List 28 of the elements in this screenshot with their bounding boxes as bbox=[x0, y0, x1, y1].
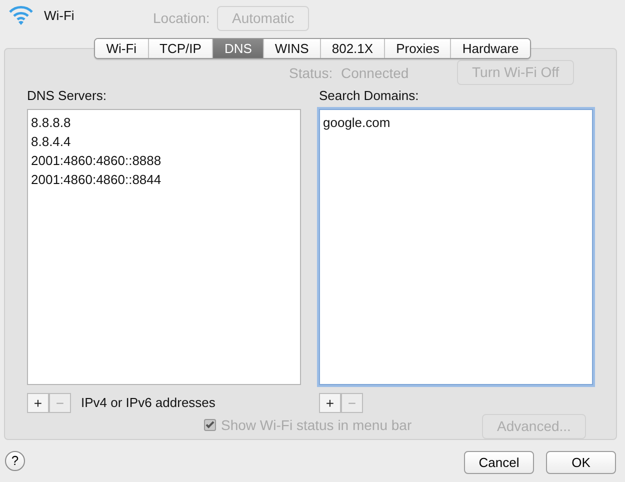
tab[interactable]: Wi-Fi bbox=[95, 39, 148, 58]
tab[interactable]: Proxies bbox=[384, 39, 450, 58]
status-value: Connected bbox=[341, 64, 409, 83]
list-item[interactable]: 2001:4860:4860::8888 bbox=[30, 150, 298, 170]
list-item[interactable]: 8.8.4.4 bbox=[30, 132, 298, 150]
status-label: Status: bbox=[289, 64, 333, 83]
tab[interactable]: TCP/IP bbox=[148, 39, 212, 58]
dialog-button[interactable]: Cancel bbox=[464, 451, 534, 474]
window-title: Wi-Fi bbox=[44, 7, 74, 26]
dialog-button[interactable]: OK bbox=[546, 451, 616, 474]
search-domains-label: Search Domains: bbox=[319, 87, 420, 105]
list-item[interactable]: 2001:4860:4860::8844 bbox=[30, 170, 298, 188]
location-label: Location: bbox=[153, 9, 210, 28]
list-item[interactable]: 8.8.8.8 bbox=[30, 112, 298, 132]
tab[interactable]: WINS bbox=[262, 39, 320, 58]
search-domains-list[interactable]: google.com bbox=[319, 108, 593, 384]
add-button[interactable]: + bbox=[27, 392, 49, 412]
help-button[interactable]: ? bbox=[5, 451, 25, 471]
tab[interactable]: DNS bbox=[212, 39, 263, 58]
hint-text: IPv4 or IPv6 addresses bbox=[81, 394, 216, 412]
tab[interactable]: 802.1X bbox=[320, 39, 384, 58]
add-button[interactable]: + bbox=[319, 392, 341, 412]
status-checkbox[interactable] bbox=[204, 419, 216, 431]
dns-servers-label: DNS Servers: bbox=[27, 87, 108, 105]
list-item[interactable]: google.com bbox=[322, 112, 590, 132]
show-status-label: Show Wi-Fi status in menu bar bbox=[221, 416, 412, 435]
tab[interactable]: Hardware bbox=[450, 39, 530, 58]
dns-servers-list[interactable]: 8.8.8.8 8.8.4.4 2001:4860:4860::8888 2001:4860:4860::8844 bbox=[27, 108, 301, 384]
